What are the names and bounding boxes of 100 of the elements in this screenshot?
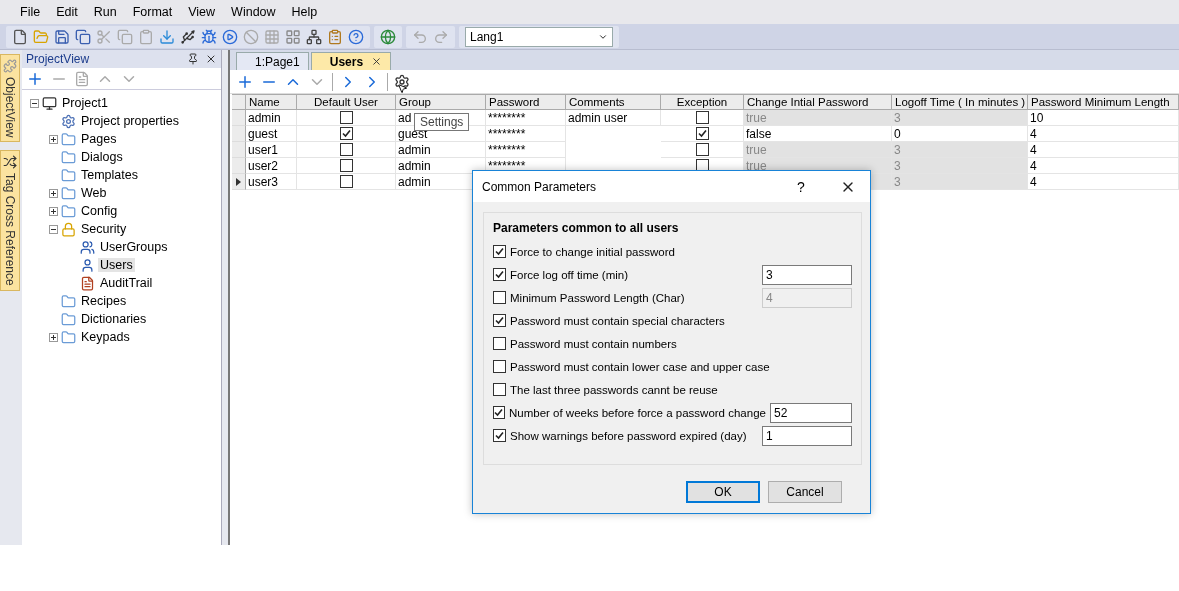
help-icon[interactable] bbox=[348, 28, 364, 45]
tree-icon[interactable] bbox=[306, 28, 322, 45]
usb-icon[interactable] bbox=[180, 28, 196, 45]
side-tab[interactable]: Tag Cross Reference bbox=[0, 150, 20, 292]
checkbox[interactable] bbox=[493, 314, 506, 327]
checkbox[interactable] bbox=[493, 383, 506, 396]
checkbox[interactable] bbox=[493, 291, 506, 304]
table-cell: 3 bbox=[892, 158, 1028, 174]
tree-item[interactable]: UserGroups bbox=[98, 240, 170, 254]
panel-title: ProjectView bbox=[26, 52, 90, 66]
tree-item[interactable]: Dictionaries bbox=[79, 312, 149, 326]
column-header[interactable]: Change Intial Password bbox=[744, 94, 892, 110]
new-file-icon[interactable] bbox=[12, 28, 28, 45]
column-header[interactable]: Comments bbox=[566, 94, 661, 110]
pin-icon[interactable] bbox=[187, 53, 199, 65]
check-icon bbox=[341, 129, 351, 138]
expander-toggle[interactable] bbox=[49, 134, 58, 144]
menu-item[interactable]: File bbox=[14, 5, 47, 19]
input-field[interactable]: 52 bbox=[769, 402, 852, 423]
checkbox[interactable] bbox=[493, 268, 506, 281]
side-tab[interactable]: ObjectView bbox=[0, 54, 20, 143]
tree-item[interactable]: AuditTrail bbox=[98, 276, 155, 290]
tree-item[interactable]: Keypads bbox=[79, 330, 132, 344]
expander-toggle[interactable] bbox=[49, 224, 58, 234]
column-header[interactable]: Logoff Time ( In minutes ) bbox=[892, 94, 1028, 110]
tree-item[interactable]: Security bbox=[79, 222, 129, 236]
expander-toggle[interactable] bbox=[30, 98, 39, 108]
dialog-button[interactable]: OK bbox=[686, 481, 760, 503]
tree-item[interactable]: Recipes bbox=[79, 294, 129, 308]
save-icon[interactable] bbox=[54, 28, 70, 45]
table-cell: true bbox=[744, 110, 892, 126]
download-icon[interactable] bbox=[159, 28, 175, 45]
folder-icon bbox=[61, 329, 76, 345]
table-cell: admin user bbox=[566, 110, 661, 126]
checkbox[interactable] bbox=[493, 429, 506, 442]
tree-item[interactable]: Project1 bbox=[60, 96, 110, 110]
checkbox[interactable] bbox=[339, 127, 353, 140]
column-header[interactable]: Password Minimum Length bbox=[1028, 94, 1179, 110]
settings-icon[interactable] bbox=[394, 73, 410, 90]
column-header[interactable]: Exception bbox=[661, 94, 744, 110]
checkbox[interactable] bbox=[493, 406, 505, 419]
option-label: Number of weeks before force a password change bbox=[508, 406, 766, 419]
document-tab[interactable]: 1:Page1 bbox=[236, 52, 309, 70]
folder-icon bbox=[61, 293, 76, 309]
table-cell: user1 bbox=[246, 142, 297, 158]
expander-toggle[interactable] bbox=[49, 188, 58, 198]
table-cell: true bbox=[744, 142, 892, 158]
column-header[interactable]: Name bbox=[246, 94, 297, 110]
tree-item[interactable]: Web bbox=[79, 186, 109, 200]
play-icon[interactable] bbox=[222, 28, 238, 45]
column-header[interactable]: Default User bbox=[297, 94, 396, 110]
menu-item[interactable]: Help bbox=[285, 5, 324, 19]
tree-item[interactable]: Templates bbox=[79, 168, 140, 182]
column-header[interactable]: Group bbox=[396, 94, 486, 110]
close-icon[interactable] bbox=[371, 56, 383, 67]
group-title: Parameters common to all users bbox=[493, 221, 680, 235]
puzzle-icon bbox=[3, 59, 17, 73]
column-header[interactable]: Password bbox=[486, 94, 566, 110]
table-cell: admin bbox=[396, 142, 486, 158]
table-cell: 4 bbox=[1028, 142, 1179, 158]
menu-item[interactable]: Format bbox=[126, 5, 179, 19]
tree-item[interactable]: Config bbox=[79, 204, 120, 218]
table-cell: false bbox=[744, 126, 892, 142]
checkbox[interactable] bbox=[493, 337, 506, 350]
input-field[interactable]: 1 bbox=[762, 425, 852, 446]
tooltip: Settings bbox=[414, 113, 470, 131]
tree-item[interactable]: Pages bbox=[79, 132, 119, 146]
document-tab[interactable]: Users bbox=[310, 52, 392, 70]
table-cell: user2 bbox=[246, 158, 297, 174]
expander-toggle[interactable] bbox=[49, 332, 58, 342]
option-label: Force log off time (min) bbox=[510, 268, 629, 281]
tree-item[interactable]: Users bbox=[98, 258, 135, 272]
table-cell: 0 bbox=[892, 126, 1028, 142]
input-field[interactable]: 3 bbox=[762, 264, 852, 285]
folder-icon bbox=[61, 131, 76, 147]
checkbox[interactable] bbox=[493, 360, 506, 373]
save-all-icon[interactable] bbox=[75, 28, 91, 45]
menu-item[interactable]: Edit bbox=[50, 5, 84, 19]
bug-icon[interactable] bbox=[201, 28, 217, 45]
tree-item[interactable]: Dialogs bbox=[79, 150, 125, 164]
checkbox[interactable] bbox=[695, 127, 709, 140]
menu-item[interactable]: Run bbox=[87, 5, 123, 19]
close-icon[interactable] bbox=[205, 53, 217, 65]
table-cell: 4 bbox=[1028, 126, 1179, 142]
users-icon bbox=[80, 239, 95, 255]
dialog-button[interactable]: Cancel bbox=[768, 481, 842, 503]
table-cell: ******** bbox=[486, 126, 566, 142]
folder-icon bbox=[61, 311, 76, 327]
expander-toggle[interactable] bbox=[49, 206, 58, 216]
option-label: Show warnings before password expired (day) bbox=[510, 429, 748, 442]
help-button[interactable]: ? bbox=[786, 178, 816, 195]
tree-item[interactable]: Project properties bbox=[79, 114, 181, 128]
splitter[interactable] bbox=[222, 50, 230, 545]
menu-item[interactable]: Window bbox=[225, 5, 282, 19]
menu-item[interactable]: View bbox=[182, 5, 222, 19]
layout-icon[interactable] bbox=[285, 28, 301, 45]
clipboard-icon[interactable] bbox=[327, 28, 343, 45]
checkbox[interactable] bbox=[493, 245, 506, 258]
globe-icon[interactable] bbox=[380, 28, 396, 45]
language-select[interactable]: Lang1 bbox=[465, 26, 613, 47]
